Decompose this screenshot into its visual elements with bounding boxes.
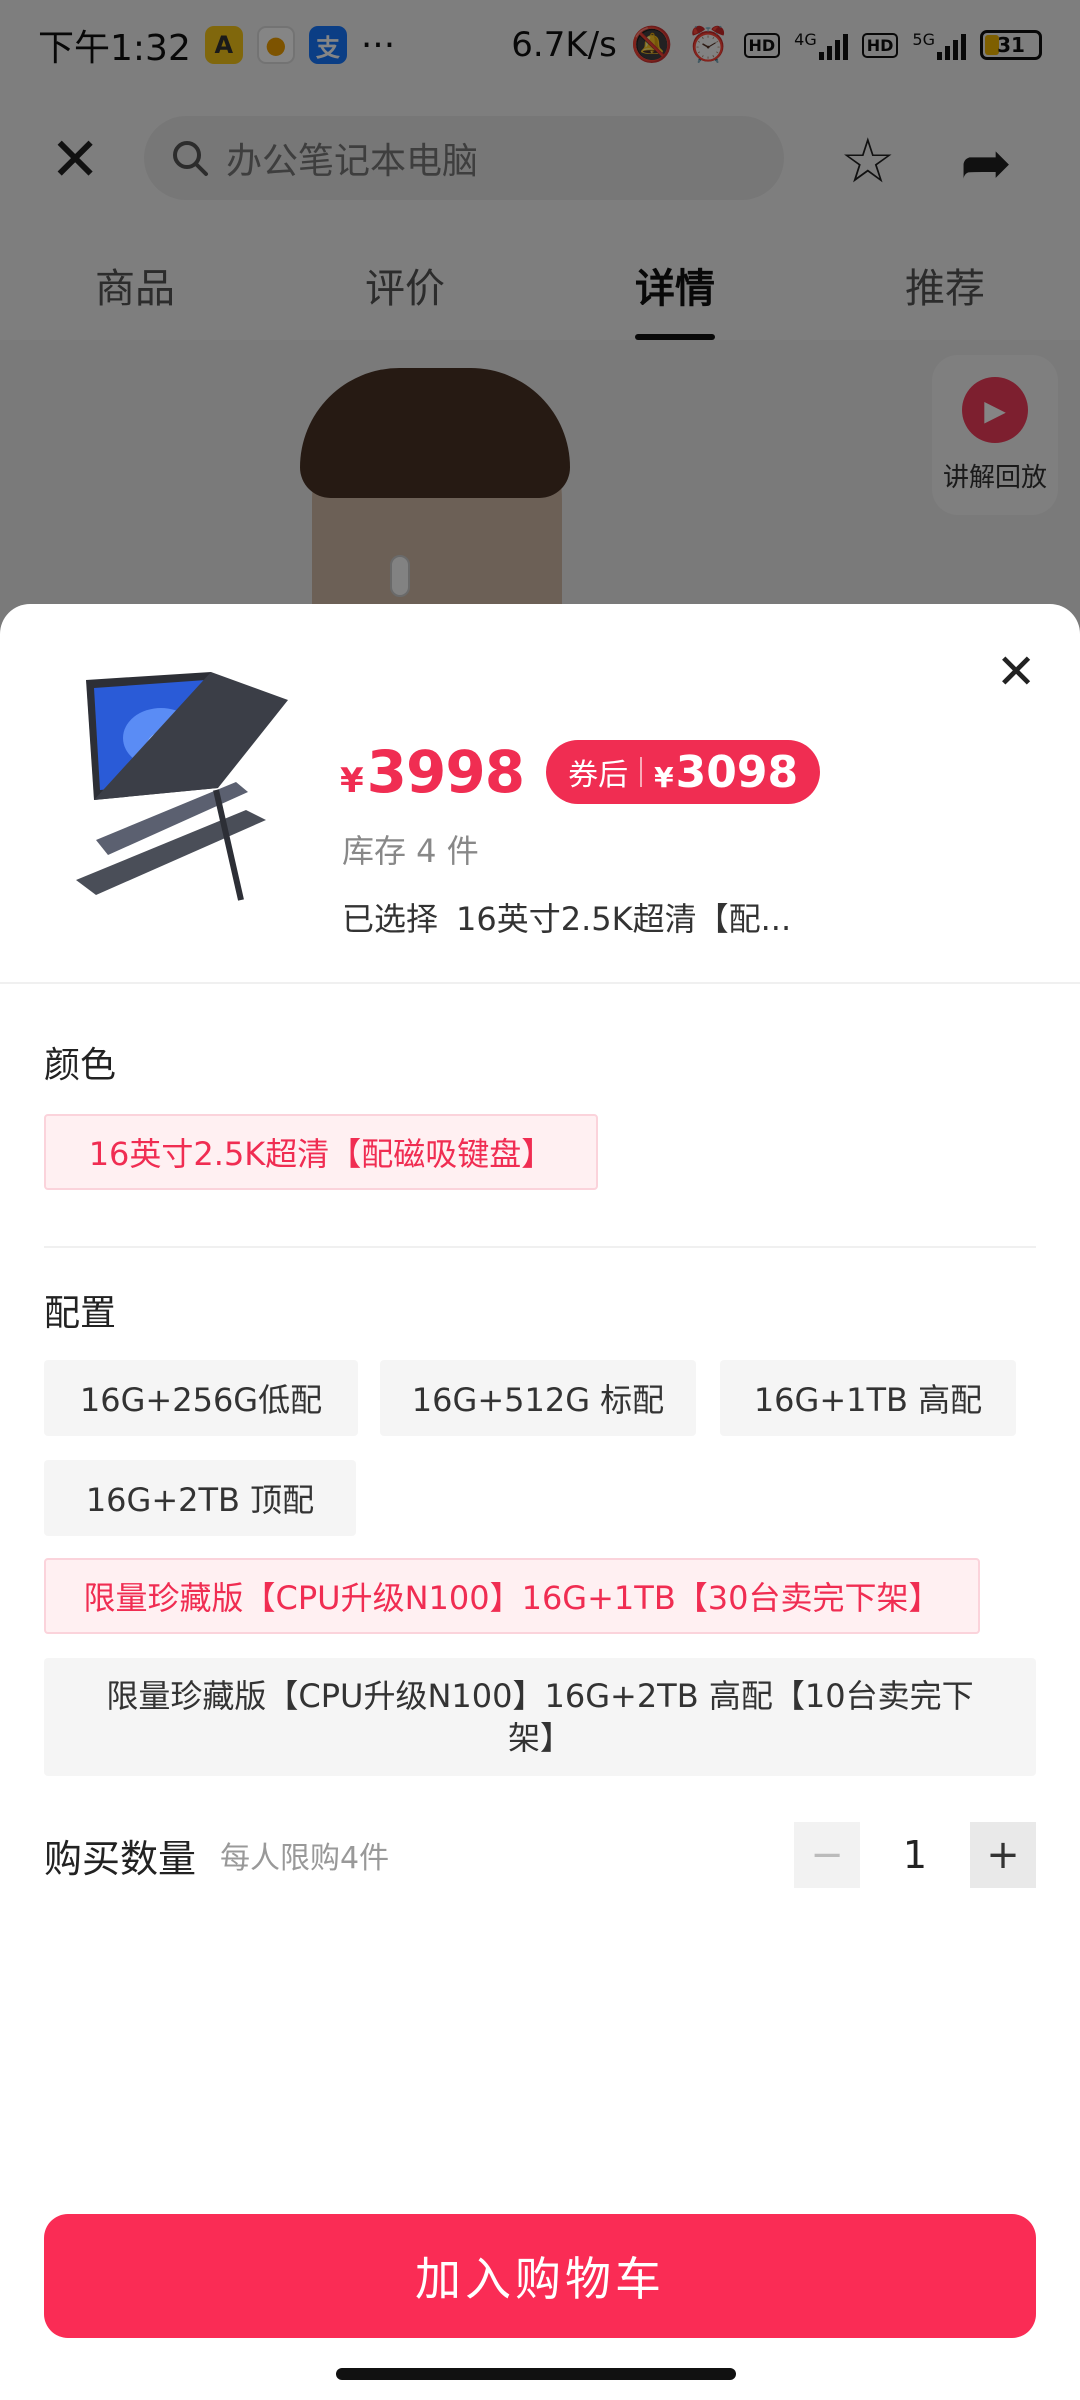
increase-button[interactable]: + [970, 1822, 1036, 1888]
config-option[interactable]: 16G+2TB 顶配 [44, 1460, 356, 1536]
config-option[interactable]: 16G+1TB 高配 [720, 1360, 1016, 1436]
coupon-badge: 券后 ¥3098 [546, 740, 821, 804]
quantity-stepper: − 1 + [794, 1822, 1036, 1888]
selected-summary: 已选择 16英寸2.5K超清【配... [342, 894, 791, 940]
color-option[interactable]: 16英寸2.5K超清【配磁吸键盘】 [44, 1114, 598, 1190]
config-option[interactable]: 限量珍藏版【CPU升级N100】16G+2TB 高配【10台卖完下架】 [44, 1658, 1036, 1776]
price-value: 3998 [366, 738, 525, 806]
quantity-limit-hint: 每人限购4件 [220, 1841, 390, 1876]
divider [0, 982, 1080, 984]
config-option[interactable]: 16G+256G低配 [44, 1360, 358, 1436]
close-icon[interactable]: ✕ [996, 648, 1036, 696]
divider [44, 1246, 1036, 1248]
sku-selector-sheet: ✕ ¥3998 券后 ¥3098 库存 4 件 已选择 16英寸2.5K超清【配.… [0, 604, 1080, 2400]
config-option[interactable]: 16G+512G 标配 [380, 1360, 696, 1436]
quantity-value[interactable]: 1 [860, 1833, 970, 1877]
price-row: ¥3998 券后 ¥3098 [340, 738, 821, 806]
coupon-label: 券后 [568, 758, 629, 793]
coupon-price: ¥3098 [654, 747, 798, 798]
config-option-selected[interactable]: 限量珍藏版【CPU升级N100】16G+1TB【30台卖完下架】 [44, 1558, 980, 1634]
product-thumbnail[interactable] [66, 660, 296, 920]
quantity-row: 购买数量 每人限购4件 − 1 + [44, 1822, 1036, 1888]
stock-info: 库存 4 件 [342, 832, 479, 870]
currency-symbol: ¥ [340, 761, 364, 801]
coupon-price-value: 3098 [675, 746, 799, 798]
add-to-cart-button[interactable]: 加入购物车 [44, 2214, 1036, 2338]
color-section-title: 颜色 [44, 1045, 117, 1086]
currency-symbol: ¥ [654, 760, 674, 794]
decrease-button[interactable]: − [794, 1822, 860, 1888]
coupon-divider [640, 757, 643, 787]
selected-label: 已选择 [342, 900, 439, 938]
home-indicator[interactable] [336, 2368, 736, 2380]
selected-value: 16英寸2.5K超清【配... [456, 900, 792, 938]
config-section-title: 配置 [44, 1293, 117, 1334]
price: ¥3998 [340, 738, 525, 806]
quantity-label: 购买数量 [44, 1836, 197, 1881]
